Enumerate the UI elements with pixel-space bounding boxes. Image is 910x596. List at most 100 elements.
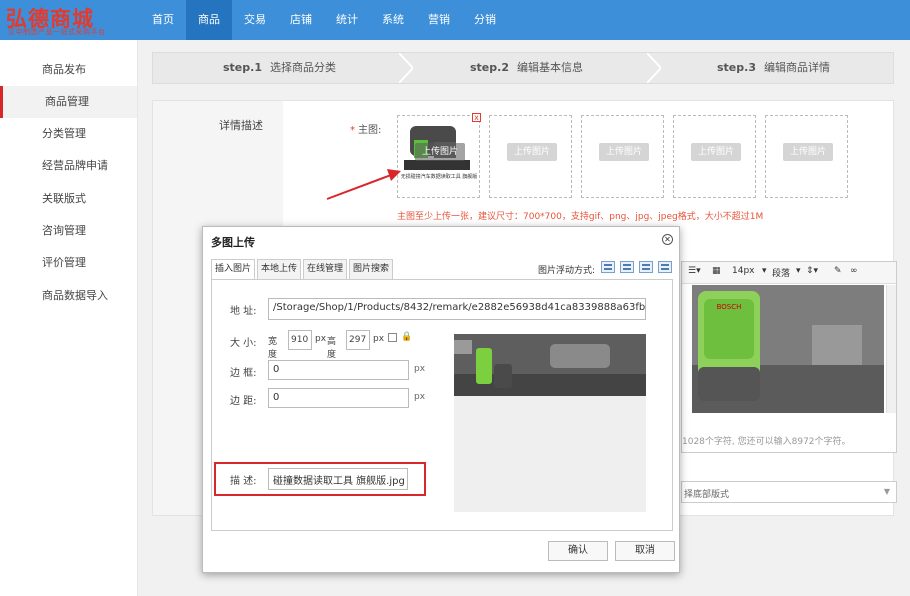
brand-label: BOSCH <box>717 303 742 311</box>
sidebar-item-manage[interactable]: 商品管理 <box>0 86 137 118</box>
main-image-slot-4[interactable]: 上传图片 <box>673 115 756 198</box>
detail-description-label: 详情描述 <box>219 119 263 132</box>
step-chevron-icon <box>647 53 661 83</box>
margin-unit: px <box>414 392 426 402</box>
upload-image-button[interactable]: 上传图片 <box>507 143 557 161</box>
chevron-down-icon[interactable]: ▾ <box>796 266 801 276</box>
character-count: 1028个字符, 您还可以输入8972个字符。 <box>682 437 851 447</box>
paragraph-select[interactable]: 段落 <box>772 266 790 279</box>
nav-distribution[interactable]: 分销 <box>462 0 508 40</box>
rich-text-editor[interactable]: ☰▾ ▦ 14px ▾ 段落 ▾ ⇕▾ ✎ ∞ BOSCH 1028个字符, 您… <box>681 261 897 453</box>
link-icon[interactable]: ∞ <box>850 266 858 276</box>
sidebar-item-import[interactable]: 商品数据导入 <box>0 280 137 312</box>
main-image-slot-1[interactable]: 无损碰撞汽车数据读取工具 旗舰版 上传图片 x <box>397 113 481 198</box>
confirm-button[interactable]: 确认 <box>548 541 608 561</box>
float-mode-label: 图片浮动方式: <box>538 266 596 276</box>
sidebar-item-publish[interactable]: 商品发布 <box>0 54 137 86</box>
lock-ratio-checkbox[interactable] <box>388 333 397 342</box>
close-icon[interactable]: ✕ <box>662 234 673 245</box>
editor-scrollbar[interactable] <box>886 285 896 413</box>
tab-local-upload[interactable]: 本地上传 <box>257 259 302 279</box>
main-nav: 首页 商品 交易 店铺 统计 系统 营销 分销 <box>140 0 508 40</box>
preview-image-graphic <box>454 334 646 396</box>
upload-image-button[interactable]: 上传图片 <box>599 143 649 161</box>
border-unit: px <box>414 364 426 374</box>
image-preview <box>454 334 646 512</box>
step-3: step.3 编辑商品详情 <box>717 61 830 74</box>
required-mark: * <box>350 125 355 136</box>
height-label: 高度 <box>327 337 337 360</box>
main-image-hint: 主图至少上传一张，建议尺寸：700*700，支持gif、png、jpg、jpeg… <box>397 212 764 222</box>
line-height-icon[interactable]: ⇕▾ <box>806 266 818 276</box>
nav-system[interactable]: 系统 <box>370 0 416 40</box>
sidebar-item-brand-apply[interactable]: 经营品牌申请 <box>0 150 137 182</box>
margin-input[interactable]: 0 <box>268 388 409 408</box>
cancel-button[interactable]: 取消 <box>615 541 675 561</box>
tab-image-search[interactable]: 图片搜索 <box>349 259 394 279</box>
step-progress: step.1 选择商品分类 step.2 编辑基本信息 step.3 编辑商品详情 <box>152 52 894 84</box>
nav-trade[interactable]: 交易 <box>232 0 278 40</box>
upload-image-button[interactable]: 上传图片 <box>691 143 741 161</box>
logo-tagline: 汉中制造产品一站式采购平台 <box>8 28 106 36</box>
border-label: 边 框: <box>230 368 257 379</box>
description-input[interactable]: 碰撞数据读取工具 旗舰版.jpg <box>268 468 408 490</box>
main-image-slot-3[interactable]: 上传图片 <box>581 115 664 198</box>
editor-image-graphic: BOSCH <box>692 285 884 413</box>
size-label: 大 小: <box>230 338 257 349</box>
main-image-slot-5[interactable]: 上传图片 <box>765 115 848 198</box>
editor-toolbar: ☰▾ ▦ 14px ▾ 段落 ▾ ⇕▾ ✎ ∞ <box>682 262 896 284</box>
sidebar-item-category[interactable]: 分类管理 <box>0 118 137 150</box>
image-url-input[interactable]: /Storage/Shop/1/Products/8432/remark/e28… <box>268 298 646 320</box>
dialog-tabs: 插入图片 本地上传 在线管理 图片搜索 <box>211 259 395 279</box>
height-unit: px <box>373 334 385 344</box>
float-none-icon[interactable] <box>601 261 615 273</box>
float-left-icon[interactable] <box>620 261 634 273</box>
nav-products[interactable]: 商品 <box>186 0 232 40</box>
upload-image-button[interactable]: 上传图片 <box>415 143 465 161</box>
nav-store[interactable]: 店铺 <box>278 0 324 40</box>
width-unit: px <box>315 334 327 344</box>
address-label: 地 址: <box>230 306 257 317</box>
tab-insert-image[interactable]: 插入图片 <box>211 259 256 279</box>
upload-image-button[interactable]: 上传图片 <box>783 143 833 161</box>
eraser-icon[interactable]: ✎ <box>834 266 842 276</box>
main-image-slot-2[interactable]: 上传图片 <box>489 115 572 198</box>
multi-image-upload-dialog: 多图上传 ✕ 插入图片 本地上传 在线管理 图片搜索 图片浮动方式: 地 址: … <box>202 226 680 573</box>
float-center-icon[interactable] <box>658 261 672 273</box>
font-size-select[interactable]: 14px <box>732 266 755 276</box>
float-right-icon[interactable] <box>639 261 653 273</box>
top-nav-bar: 弘德商城 汉中制造产品一站式采购平台 首页 商品 交易 店铺 统计 系统 营销 … <box>0 0 910 40</box>
sidebar: 商品发布 商品管理 分类管理 经营品牌申请 关联版式 咨询管理 评价管理 商品数… <box>0 40 138 596</box>
sidebar-item-layout[interactable]: 关联版式 <box>0 183 137 215</box>
thumbnail-caption: 无损碰撞汽车数据读取工具 旗舰版 <box>401 173 478 180</box>
main-image-label: * 主图: <box>350 125 382 136</box>
bottom-layout-value: 择底部版式 <box>684 490 730 500</box>
step-chevron-icon <box>399 53 413 83</box>
annotation-arrow-icon <box>326 169 401 200</box>
nav-home[interactable]: 首页 <box>140 0 186 40</box>
lock-icon: 🔒 <box>401 332 413 342</box>
chevron-down-icon[interactable]: ▾ <box>762 266 767 276</box>
tab-online-manage[interactable]: 在线管理 <box>303 259 348 279</box>
dialog-title: 多图上传 <box>211 236 255 249</box>
border-input[interactable]: 0 <box>268 360 409 380</box>
nav-marketing[interactable]: 营销 <box>416 0 462 40</box>
description-label: 描 述: <box>230 476 257 487</box>
nav-stats[interactable]: 统计 <box>324 0 370 40</box>
step-2: step.2 编辑基本信息 <box>470 61 583 74</box>
remove-image-icon[interactable]: x <box>472 113 481 122</box>
insert-image-panel: 地 址: /Storage/Shop/1/Products/8432/remar… <box>211 279 673 531</box>
margin-label: 边 距: <box>230 396 257 407</box>
height-input[interactable]: 297 <box>346 330 370 350</box>
chevron-down-icon: ▼ <box>883 487 890 496</box>
list-icon[interactable]: ☰▾ <box>688 266 701 276</box>
logo[interactable]: 弘德商城 汉中制造产品一站式采购平台 <box>0 0 140 40</box>
bottom-layout-select[interactable]: 择底部版式 ▼ <box>681 481 897 503</box>
width-input[interactable]: 910 <box>288 330 312 350</box>
editor-product-image: BOSCH <box>692 285 884 413</box>
sidebar-item-review[interactable]: 评价管理 <box>0 247 137 279</box>
table-icon[interactable]: ▦ <box>712 266 721 276</box>
width-label: 宽度 <box>268 337 278 360</box>
sidebar-item-consult[interactable]: 咨询管理 <box>0 215 137 247</box>
step-1: step.1 选择商品分类 <box>223 61 336 74</box>
